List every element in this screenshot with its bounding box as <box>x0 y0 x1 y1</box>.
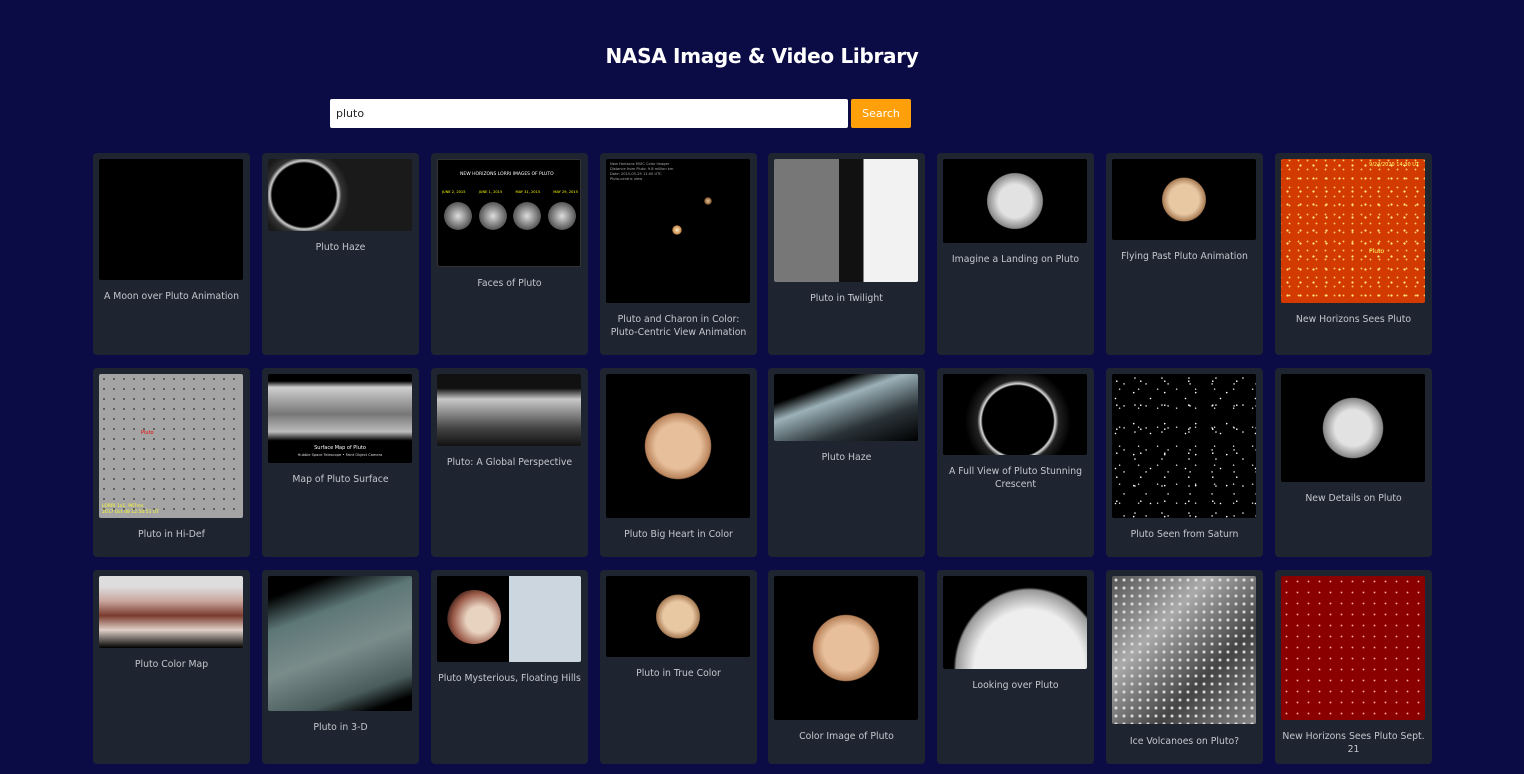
result-card[interactable]: New Horizons Sees Pluto Sept. 21 <box>1275 570 1432 764</box>
result-card[interactable]: New Horizons MVIC Color Imager Distance … <box>600 153 757 355</box>
result-card[interactable]: Ice Volcanoes on Pluto? <box>1106 570 1263 764</box>
result-thumbnail[interactable] <box>774 576 918 720</box>
result-card[interactable]: Pluto Haze <box>262 153 419 355</box>
thumbnail-caption-text: Pluto <box>141 430 154 436</box>
result-caption[interactable]: Looking over Pluto <box>941 679 1090 692</box>
result-caption[interactable]: Pluto in True Color <box>604 667 753 680</box>
result-caption[interactable]: Faces of Pluto <box>435 277 584 290</box>
search-button[interactable]: Search <box>851 99 911 128</box>
result-thumbnail[interactable] <box>943 159 1087 243</box>
thumbnail-caption-text: Surface Map of Pluto <box>314 445 366 451</box>
result-caption[interactable]: Imagine a Landing on Pluto <box>941 253 1090 266</box>
result-thumbnail[interactable]: Surface Map of Pluto Hubble Space Telesc… <box>268 374 412 463</box>
thumbnail-caption-text: NEW HORIZONS LORRI IMAGES OF PLUTO <box>460 172 554 177</box>
result-thumbnail[interactable] <box>1281 576 1425 720</box>
result-thumbnail[interactable]: 9/24/2020 14:30 UT Pluto <box>1281 159 1425 303</box>
result-thumbnail[interactable] <box>1281 374 1425 482</box>
result-caption[interactable]: Color Image of Pluto <box>772 730 921 743</box>
result-thumbnail[interactable] <box>99 576 243 648</box>
result-thumbnail[interactable] <box>774 374 918 441</box>
result-card[interactable]: Pluto: A Global Perspective <box>431 368 588 557</box>
result-card[interactable]: 9/24/2020 14:30 UT Pluto New Horizons Se… <box>1275 153 1432 355</box>
result-thumbnail[interactable] <box>943 374 1087 455</box>
result-caption[interactable]: Map of Pluto Surface <box>266 473 415 486</box>
result-caption[interactable]: Pluto: A Global Perspective <box>435 456 584 469</box>
result-caption[interactable]: Pluto in 3-D <box>266 721 415 734</box>
result-card[interactable]: Pluto Haze <box>768 368 925 557</box>
result-card[interactable]: Pluto in True Color <box>600 570 757 764</box>
thumbnail-caption-text: JUNE 1, 2015 <box>478 190 503 194</box>
result-card[interactable]: NEW HORIZONS LORRI IMAGES OF PLUTO JUNE … <box>431 153 588 355</box>
thumbnail-caption-text: 9/24/2020 14:30 UT <box>1369 162 1419 168</box>
page-title: NASA Image & Video Library <box>605 44 919 68</box>
result-thumbnail[interactable] <box>1112 576 1256 724</box>
thumbnail-caption-text: MAY 31, 2015 <box>515 190 541 194</box>
thumbnail-caption-text: LORRI 1x1, 967ms <box>102 504 144 509</box>
result-thumbnail[interactable] <box>437 374 581 446</box>
thumbnail-caption-text: 2017 Oct 08 12:50:51 UT <box>102 510 159 515</box>
result-card[interactable]: Pluto Mysterious, Floating Hills <box>431 570 588 764</box>
result-thumbnail[interactable] <box>606 576 750 657</box>
thumbnail-caption-text: Hubble Space Telescope • Faint Object Ca… <box>297 453 383 457</box>
result-card[interactable]: Looking over Pluto <box>937 570 1094 764</box>
result-caption[interactable]: Pluto and Charon in Color: Pluto-Centric… <box>604 313 753 339</box>
result-thumbnail[interactable]: Pluto LORRI 1x1, 967ms 2017 Oct 08 12:50… <box>99 374 243 518</box>
thumbnail-caption-text: Pluto-centric view <box>610 177 643 181</box>
result-thumbnail[interactable]: New Horizons MVIC Color Imager Distance … <box>606 159 750 303</box>
result-caption[interactable]: Flying Past Pluto Animation <box>1110 250 1259 263</box>
pluto-disc-icon <box>478 202 507 230</box>
result-caption[interactable]: Pluto in Hi-Def <box>97 528 246 541</box>
result-caption[interactable]: New Details on Pluto <box>1279 492 1428 505</box>
thumbnail-caption-text: JUNE 2, 2015 <box>442 190 466 194</box>
pluto-dot-icon <box>672 225 682 235</box>
result-card[interactable]: Imagine a Landing on Pluto <box>937 153 1094 355</box>
result-card[interactable]: Surface Map of Pluto Hubble Space Telesc… <box>262 368 419 557</box>
result-caption[interactable]: Pluto Color Map <box>97 658 246 671</box>
charon-dot-icon <box>704 197 712 205</box>
result-caption[interactable]: A Full View of Pluto Stunning Crescent <box>941 465 1090 491</box>
result-thumbnail[interactable] <box>99 159 243 280</box>
result-caption[interactable]: Pluto Haze <box>266 241 415 254</box>
result-card[interactable]: Pluto Seen from Saturn <box>1106 368 1263 557</box>
result-thumbnail[interactable] <box>774 159 918 282</box>
result-thumbnail[interactable] <box>437 576 581 662</box>
result-card[interactable]: Pluto Color Map <box>93 570 250 764</box>
pluto-disc-icon <box>444 202 472 230</box>
pluto-disc-icon <box>513 202 542 230</box>
thumbnail-caption-text: Pluto <box>1369 248 1385 255</box>
result-caption[interactable]: New Horizons Sees Pluto Sept. 21 <box>1279 730 1428 756</box>
result-thumbnail[interactable] <box>1112 159 1256 240</box>
result-caption[interactable]: Pluto Mysterious, Floating Hills <box>435 672 584 685</box>
result-caption[interactable]: Pluto in Twilight <box>772 292 921 305</box>
result-card[interactable]: Color Image of Pluto <box>768 570 925 764</box>
result-caption[interactable]: Ice Volcanoes on Pluto? <box>1110 735 1259 748</box>
result-thumbnail[interactable] <box>943 576 1087 669</box>
result-caption[interactable]: Pluto Seen from Saturn <box>1110 528 1259 541</box>
pluto-disc-icon <box>547 202 576 230</box>
result-caption[interactable]: Pluto Big Heart in Color <box>604 528 753 541</box>
thumbnail-caption-text: MAY 29, 2015 <box>553 190 578 194</box>
pluto-disc-icon <box>447 590 501 644</box>
result-thumbnail[interactable]: NEW HORIZONS LORRI IMAGES OF PLUTO JUNE … <box>437 159 581 267</box>
result-card[interactable]: New Details on Pluto <box>1275 368 1432 557</box>
search-input[interactable] <box>330 99 848 128</box>
result-thumbnail[interactable] <box>606 374 750 518</box>
result-thumbnail[interactable] <box>1112 374 1256 518</box>
search-bar: Search <box>330 99 911 128</box>
result-thumbnail[interactable] <box>268 159 412 231</box>
result-card[interactable]: Flying Past Pluto Animation <box>1106 153 1263 355</box>
result-thumbnail[interactable] <box>268 576 412 711</box>
result-card[interactable]: Pluto LORRI 1x1, 967ms 2017 Oct 08 12:50… <box>93 368 250 557</box>
result-card[interactable]: Pluto Big Heart in Color <box>600 368 757 557</box>
result-card[interactable]: Pluto in 3-D <box>262 570 419 764</box>
result-caption[interactable]: A Moon over Pluto Animation <box>97 290 246 303</box>
result-card[interactable]: A Full View of Pluto Stunning Crescent <box>937 368 1094 557</box>
result-card[interactable]: Pluto in Twilight <box>768 153 925 355</box>
result-caption[interactable]: Pluto Haze <box>772 451 921 464</box>
result-caption[interactable]: New Horizons Sees Pluto <box>1279 313 1428 326</box>
result-card[interactable]: A Moon over Pluto Animation <box>93 153 250 355</box>
